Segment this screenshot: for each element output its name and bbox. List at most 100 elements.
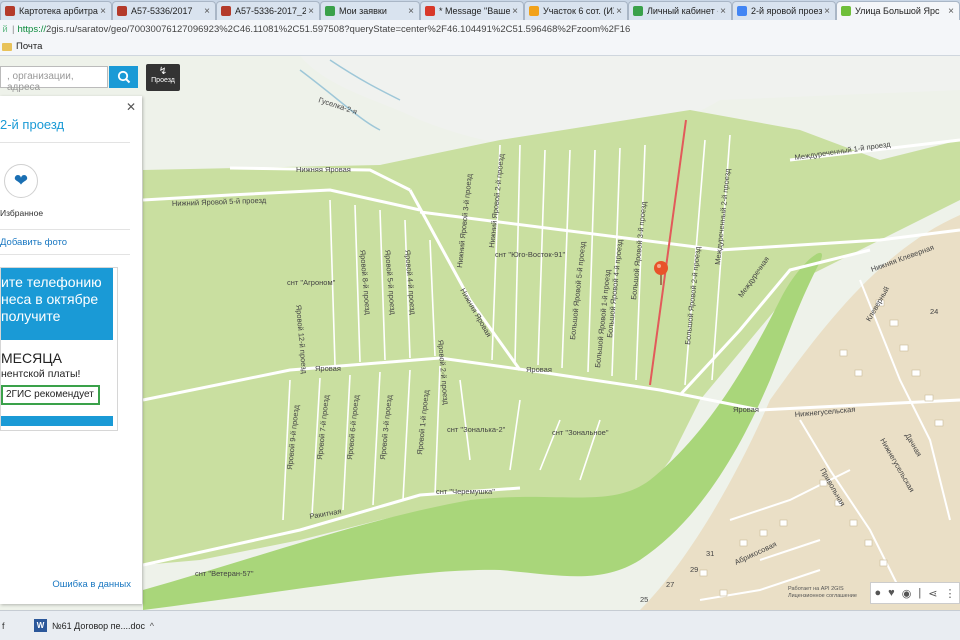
banner-line3: получите [1,308,61,324]
url-protocol: https:// [17,23,46,35]
favicon-icon [117,6,127,16]
close-tab-icon[interactable]: × [202,6,212,17]
banner-line2: неса в октябре [1,291,99,307]
close-tab-icon[interactable]: × [98,6,108,17]
house-number: 29 [690,565,698,574]
banner-bottom-bar [1,416,113,426]
search-icon [117,70,130,84]
favicon-icon [425,6,435,16]
favicon-icon [221,6,231,16]
house-number: 24 [930,307,938,316]
heart-icon: ❤ [13,171,29,190]
folder-icon [2,42,12,51]
taskbar-doc-label: №61 Договор пе....doc [52,620,146,631]
browser-tab[interactable]: Картотека арбитра × [0,1,112,20]
house-number: 31 [706,549,714,558]
user-icon[interactable]: ● [875,587,882,599]
separator: | [918,587,922,599]
tab-title: Личный кабинет - К [647,6,718,16]
add-photo-link[interactable]: Добавить фото [0,237,67,248]
page-info-icon[interactable]: й [0,24,10,35]
favicon-icon [325,6,335,16]
close-icon[interactable]: ✕ [126,100,136,114]
attribution-line2[interactable]: Лицензионное соглашение [788,593,857,600]
taskbar-fragment: f [2,620,5,631]
close-tab-icon[interactable]: × [946,6,956,17]
browser-tab[interactable]: Участок 6 сот. (ИЖС× [524,1,628,20]
favorite-label: Избранное [0,208,44,218]
lock-icon: | [12,23,15,35]
house-number: 27 [666,580,674,589]
share-icon[interactable]: ⋖ [928,587,937,600]
url-text: 2gis.ru/saratov/geo/70030076127096923%2C… [45,23,631,35]
card-title: 2-й проезд [0,117,65,132]
browser-tab[interactable]: 2-й яровой проезд × [732,1,836,20]
word-doc-icon: W [34,619,47,632]
map-toolbar: ● ♥ ◉ | ⋖ ⋮ [870,582,960,604]
label-yarovaya-1: Яровая [315,364,341,373]
browser-tab[interactable]: Улица Большой Ярс × [836,1,960,20]
close-tab-icon[interactable]: × [510,6,520,17]
close-tab-icon[interactable]: × [614,6,624,17]
address-bar[interactable]: й | https:// 2gis.ru/saratov/geo/7003007… [0,20,960,38]
browser-tab[interactable]: А57-5336-2017_2011× [216,1,320,20]
label-yugo-vostok: снт "Юго-Восток-91" [495,250,565,259]
heart-icon[interactable]: ♥ [888,587,895,599]
error-report-link[interactable]: Ошибка в данных [52,579,131,590]
tab-title: Участок 6 сот. (ИЖС [543,6,614,16]
divider [0,254,130,255]
map-drawing: Гуселка-2-я Нижняя Яровая Междуреченный … [0,56,960,610]
route-button[interactable]: ↯ Проезд [146,64,180,91]
taskbar: f W №61 Договор пе....doc ^ [0,610,960,640]
more-icon[interactable]: ⋮ [944,587,955,600]
label-zonalnoe: снт "Зональное" [552,428,609,437]
browser-tab[interactable]: А57-5336/2017 × [112,1,216,20]
banner-blue-box: ите телефонию неса в октябре получите [1,268,113,340]
favicon-icon [529,6,539,16]
close-tab-icon[interactable]: × [822,6,832,17]
close-tab-icon[interactable]: × [306,6,316,17]
favorite-button[interactable]: ❤ [4,164,38,198]
banner-recommend[interactable]: 2ГИС рекомендует [1,385,100,405]
comment-icon[interactable]: ◉ [902,587,912,600]
label-nizhnyaya-yarovaya: Нижняя Яровая [296,165,351,174]
label-veteran: снт "Ветеран-57" [195,569,254,578]
tab-title: * Message "Ваше об [439,6,510,16]
search-input[interactable]: , организации, адреса [0,66,108,93]
ad-banner[interactable]: ите телефонию неса в октябре получите МЕ… [0,267,118,431]
tab-title: А57-5336/2017 [131,6,193,16]
tab-title: Улица Большой Ярс [855,6,940,16]
info-card: ✕ 2-й проезд ❤ Избранное Добавить фото и… [0,96,142,604]
close-tab-icon[interactable]: × [718,6,728,17]
favicon-icon [841,6,851,16]
taskbar-document[interactable]: W №61 Договор пе....doc ^ [34,619,154,632]
tab-title: 2-й яровой проезд [751,6,822,16]
label-yarovaya-2: Яровая [526,365,552,374]
map-attribution: Работает на API 2GIS Лицензионное соглаш… [788,586,857,600]
close-tab-icon[interactable]: × [406,6,416,17]
favicon-icon [5,6,15,16]
bookmark-mail[interactable]: Почта [2,41,42,52]
search-button[interactable] [109,66,138,88]
label-yarovaya-3: Яровая [733,405,759,414]
browser-tab[interactable]: Мои заявки × [320,1,420,20]
bookmark-label: Почта [16,41,43,52]
banner-line1: ите телефонию [1,274,102,290]
favicon-icon [737,6,747,16]
tab-title: А57-5336-2017_2011 [235,6,306,16]
browser-tab[interactable]: * Message "Ваше об× [420,1,524,20]
browser-tab[interactable]: Личный кабинет - К× [628,1,732,20]
label-zonalka2: снт "Зональка-2" [447,425,506,434]
tab-title: Мои заявки [339,6,387,16]
route-icon: ↯ [158,66,168,77]
browser-tab-strip: Картотека арбитра × А57-5336/2017 × А57-5336… [0,0,960,20]
route-label: Проезд [151,77,175,84]
banner-big-text: МЕСЯЦА [1,350,62,366]
chevron-up-icon[interactable]: ^ [150,621,154,631]
banner-small-text: нентской платы! [1,368,81,380]
label-cheremushka: снт "Черемушка" [436,487,495,496]
tab-title: Картотека арбитра [19,6,98,16]
map-canvas[interactable]: Гуселка-2-я Нижняя Яровая Междуреченный … [0,56,960,610]
house-number: 25 [640,595,648,604]
divider [0,229,130,230]
